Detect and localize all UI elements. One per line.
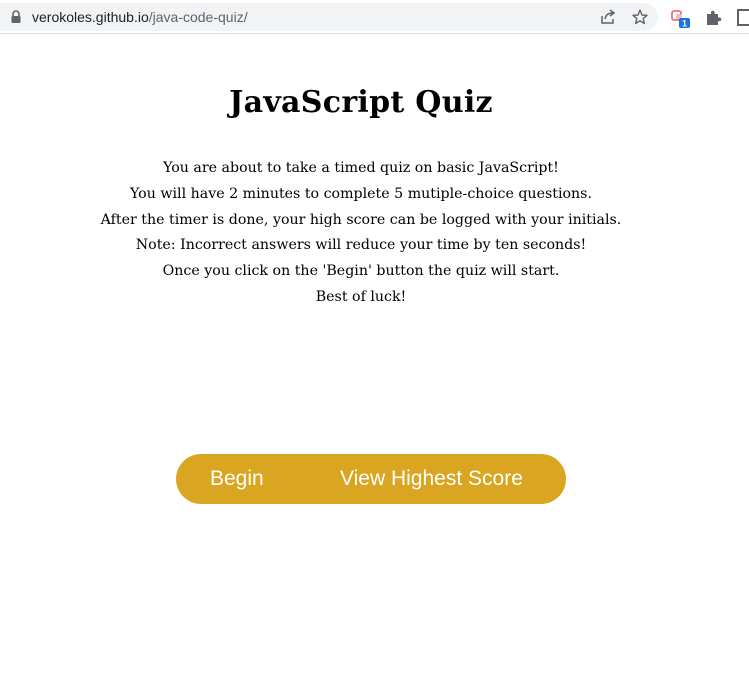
begin-button[interactable]: Begin xyxy=(210,454,264,504)
quiz-page: JavaScript Quiz You are about to take a … xyxy=(0,35,749,679)
quiz-instructions: You are about to take a timed quiz on ba… xyxy=(0,156,722,311)
view-highest-score-button[interactable]: View Highest Score xyxy=(340,454,523,504)
lock-icon xyxy=(11,10,21,23)
address-bar[interactable]: verokoles.github.io/java-code-quiz/ xyxy=(0,3,658,31)
instruction-line: You will have 2 minutes to complete 5 mu… xyxy=(130,185,592,202)
url-path: /java-code-quiz/ xyxy=(148,9,248,25)
window-icon[interactable] xyxy=(736,8,749,28)
url-host: verokoles.github.io xyxy=(32,9,149,25)
instruction-line: After the timer is done, your high score… xyxy=(100,211,622,228)
instruction-line: Once you click on the 'Begin' button the… xyxy=(162,263,560,280)
url-text[interactable]: verokoles.github.io/java-code-quiz/ xyxy=(32,9,248,25)
extension-badge-count: 1 xyxy=(682,19,687,29)
instruction-line: Best of luck! xyxy=(315,288,407,305)
star-icon[interactable] xyxy=(631,8,649,26)
instruction-line: Note: Incorrect answers will reduce your… xyxy=(135,237,587,254)
puzzle-icon[interactable] xyxy=(704,8,724,28)
instruction-line: You are about to take a timed quiz on ba… xyxy=(163,160,559,176)
extension-icon[interactable]: 1 xyxy=(671,8,691,28)
browser-toolbar: verokoles.github.io/java-code-quiz/ 1 xyxy=(0,0,749,34)
page-title: JavaScript Quiz xyxy=(229,85,493,120)
quiz-button-bar: Begin View Highest Score xyxy=(176,454,566,504)
share-icon[interactable] xyxy=(599,8,617,26)
